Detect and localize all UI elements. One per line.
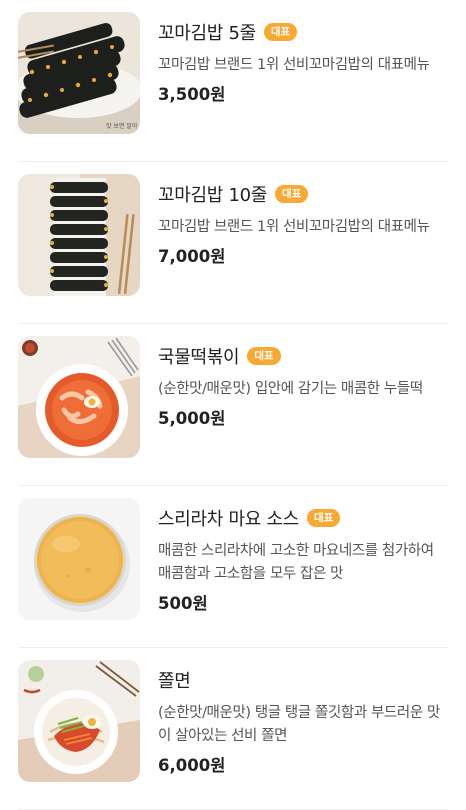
menu-item-description: (순한맛/매운맛) 탱글 탱글 쫄깃함과 부드러운 맛이 살아있는 선비 쫄면: [158, 705, 440, 744]
signature-badge: 대표: [263, 23, 298, 41]
menu-item-price: 3,500원: [158, 85, 226, 104]
menu-item-name: 꼬마김밥 5줄: [158, 23, 256, 44]
menu-item-image: [18, 174, 140, 296]
menu-item-name: 국물떡볶이: [158, 347, 240, 368]
signature-badge: 대표: [275, 185, 309, 203]
menu-item-price: 500원: [158, 594, 208, 613]
menu-item[interactable]: 맛 보면 알아 꼬마김밥 5줄 대표 꼬마김밥 브랜드 1위 선비꼬마김밥의 대…: [18, 0, 448, 162]
menu-item-name: 꼬마김밥 10줄: [158, 185, 268, 206]
signature-badge: 대표: [306, 509, 341, 527]
menu-item[interactable]: 국물떡볶이 대표 (순한맛/매운맛) 입안에 감기는 매콤한 누들떡 5,000…: [18, 324, 448, 486]
menu-item-description: 매콤한 스리라차에 고소한 마요네즈를 첨가하여 매콤함과 고소함을 모두 잡은…: [158, 543, 434, 582]
menu-item-description: (순한맛/매운맛) 입안에 감기는 매콤한 누들떡: [158, 381, 423, 397]
menu-item[interactable]: 꼬마김밥 10줄 대표 꼬마김밥 브랜드 1위 선비꼬마김밥의 대표메뉴 7,0…: [18, 162, 448, 324]
signature-badge: 대표: [247, 347, 281, 365]
svg-text:맛 보면 알아: 맛 보면 알아: [106, 122, 138, 130]
menu-item[interactable]: 스리라차 마요 소스 대표 매콤한 스리라차에 고소한 마요네즈를 첨가하여 매…: [18, 486, 448, 648]
menu-item-description: 꼬마김밥 브랜드 1위 선비꼬마김밥의 대표메뉴: [158, 219, 430, 235]
menu-item-image: [18, 498, 140, 620]
menu-item[interactable]: 쫄면 (순한맛/매운맛) 탱글 탱글 쫄깃함과 부드러운 맛이 살아있는 선비 …: [18, 648, 448, 810]
menu-item-image: [18, 336, 140, 458]
menu-item-image: 맛 보면 알아: [18, 12, 140, 134]
menu-item-price: 7,000원: [158, 247, 226, 266]
menu-item-description: 꼬마김밥 브랜드 1위 선비꼬마김밥의 대표메뉴: [158, 57, 430, 73]
menu-item-image: [18, 660, 140, 782]
menu-item-price: 6,000원: [158, 756, 226, 775]
menu-item-name: 쫄면: [158, 671, 191, 692]
menu-list: 맛 보면 알아 꼬마김밥 5줄 대표 꼬마김밥 브랜드 1위 선비꼬마김밥의 대…: [0, 0, 466, 810]
menu-item-name: 스리라차 마요 소스: [158, 509, 299, 530]
menu-item-price: 5,000원: [158, 409, 226, 428]
